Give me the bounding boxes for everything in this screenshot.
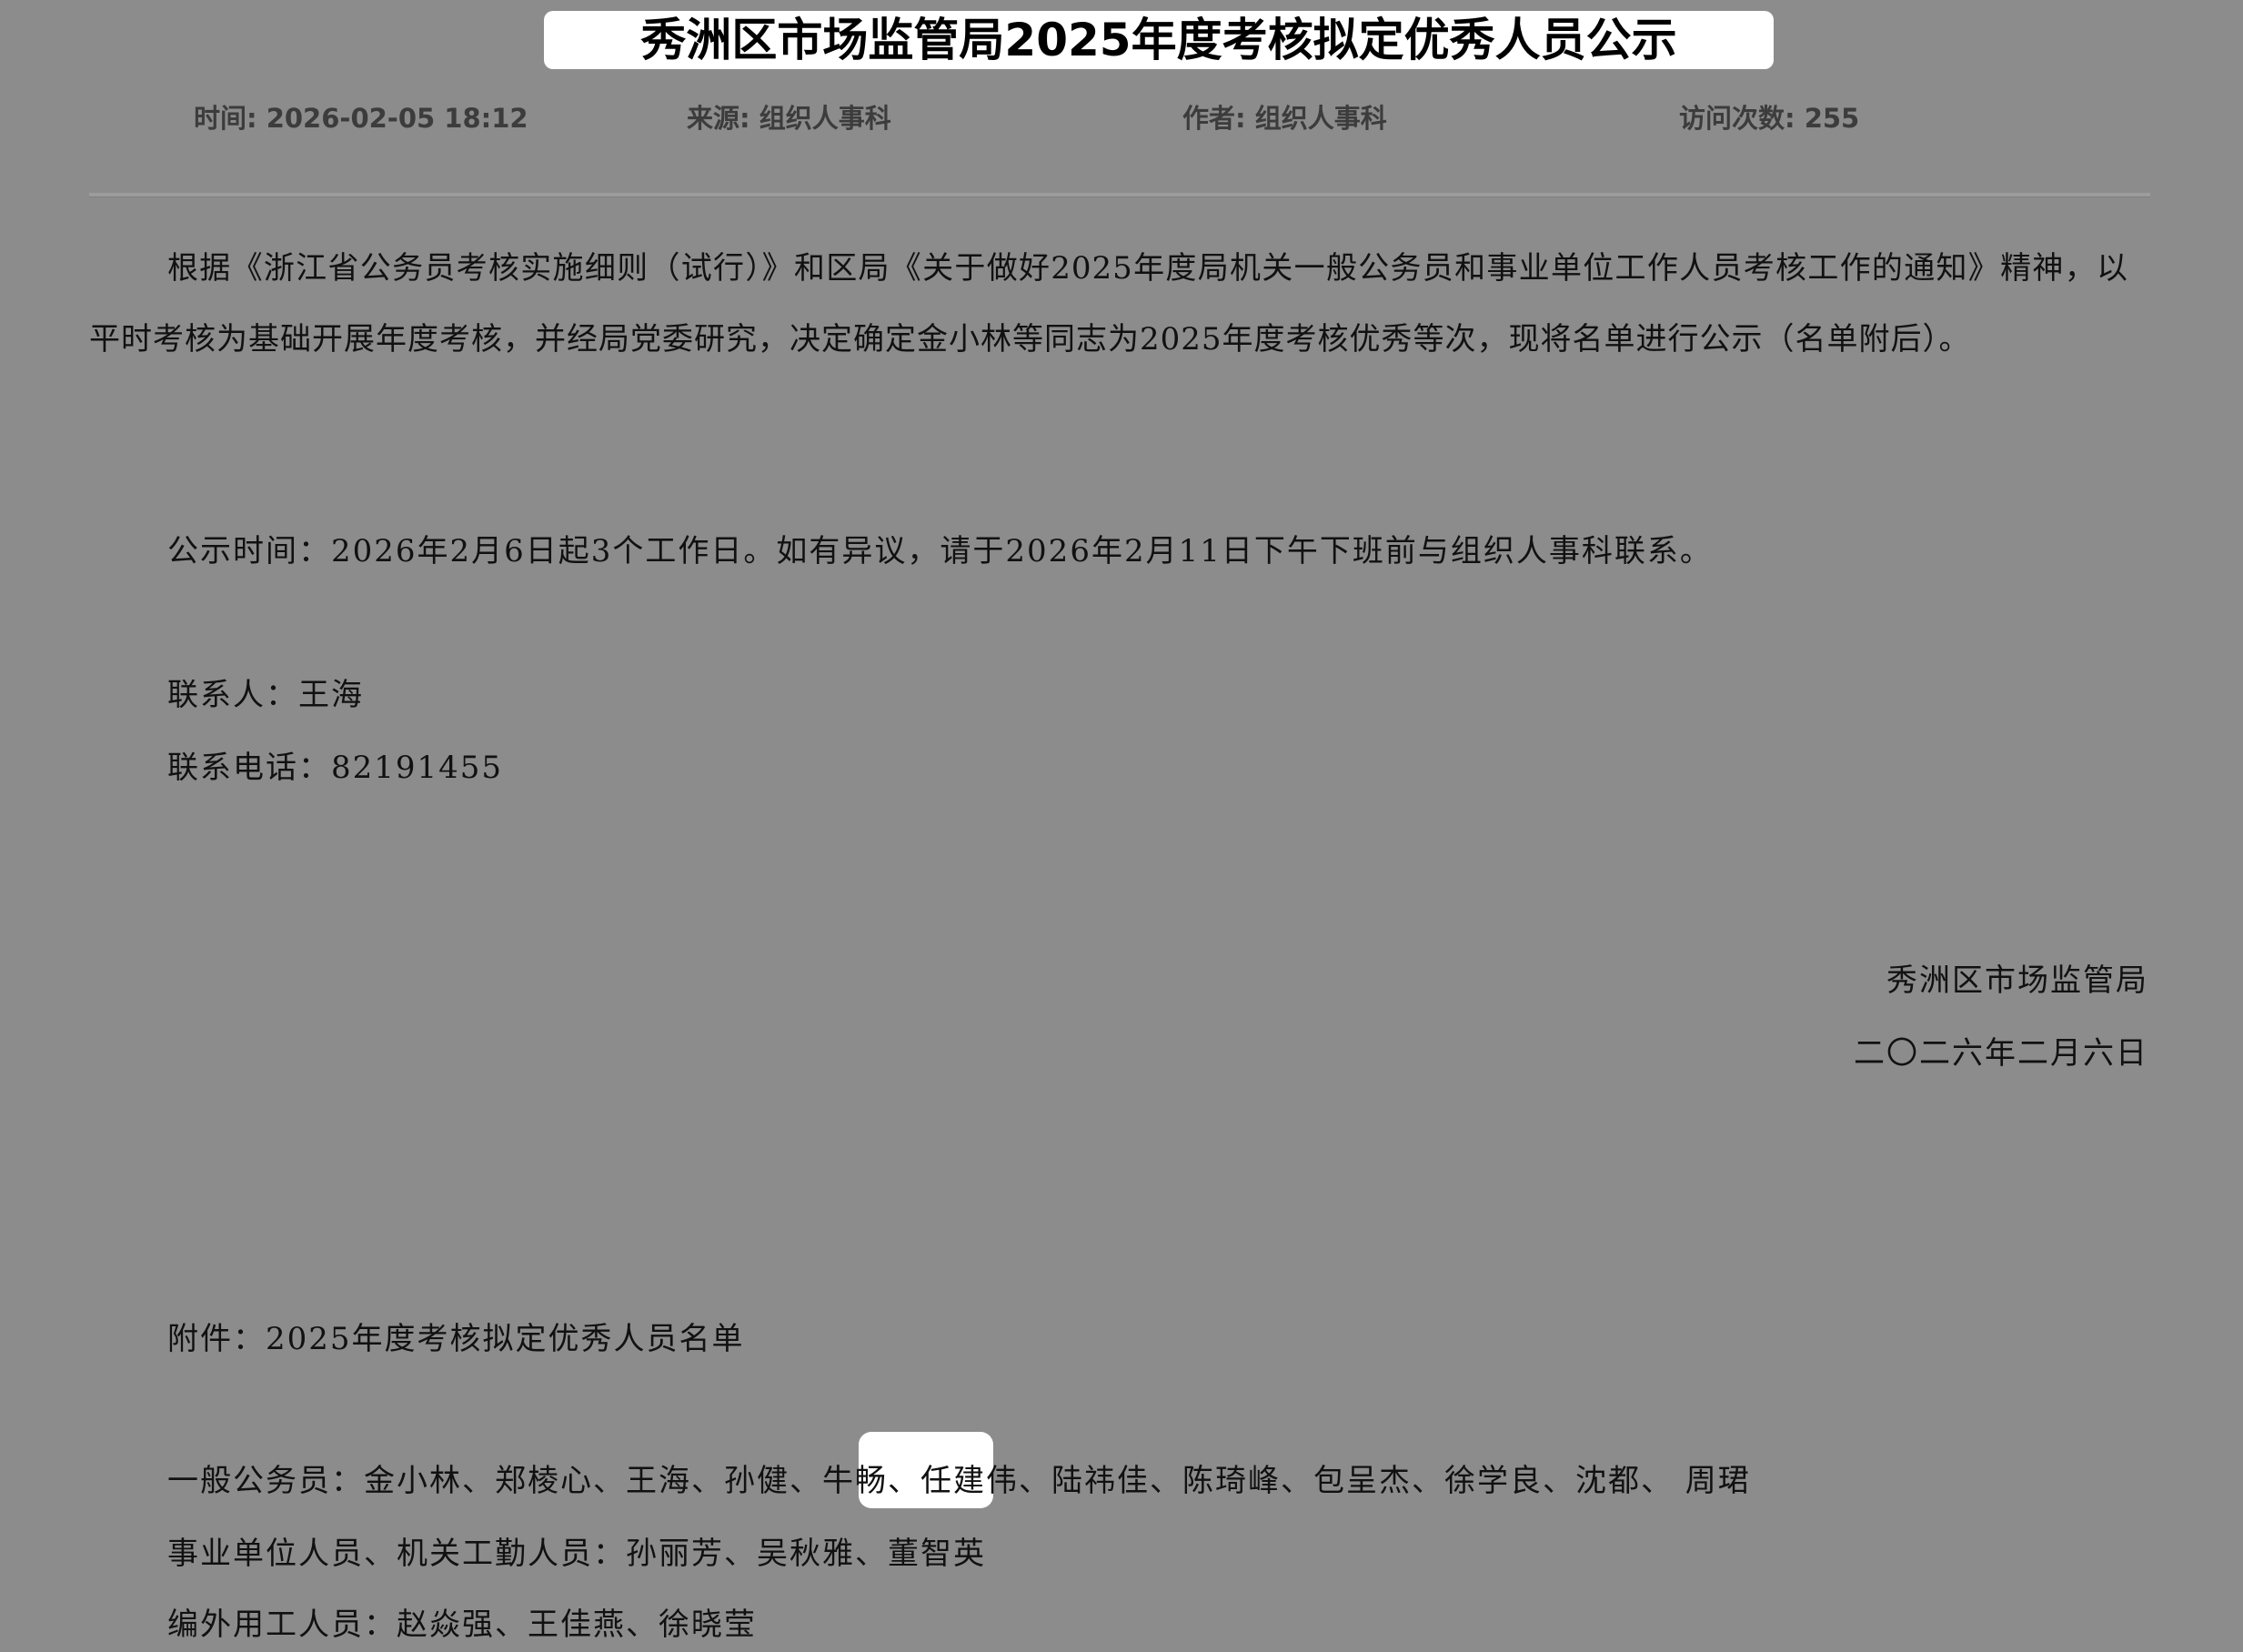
- source: 来源: 组织人事科: [687, 103, 891, 134]
- attachment-title: 附件：2025年度考核拟定优秀人员名单: [167, 1321, 745, 1357]
- title-highlight: 秀洲区市场监管局2025年度考核拟定优秀人员公示: [544, 11, 1774, 69]
- extra-staff-list: 编外用工人员：赵焱强、王佳燕、徐晓莹: [167, 1607, 757, 1643]
- signature-date: 二〇二六年二月六日: [1854, 1035, 2148, 1072]
- divider: [89, 193, 2150, 197]
- publicity-time: 公示时间：2026年2月6日起3个工作日。如有异议，请于2026年2月11日下午…: [167, 533, 1713, 569]
- contact-person: 联系人：王海: [167, 677, 364, 713]
- author: 作者: 组织人事科: [1182, 103, 1387, 134]
- visit-count: 访问次数: 255: [1679, 103, 1860, 134]
- page-title: 秀洲区市场监管局2025年度考核拟定优秀人员公示: [640, 14, 1677, 66]
- signature-organization: 秀洲区市场监管局: [1886, 962, 2148, 999]
- publish-time: 时间: 2026-02-05 18:12: [194, 103, 528, 134]
- civil-servant-list: 一般公务员：金小林、郑棱心、王海、孙健、牛畅、任建伟、陆祎佳、陈琦峰、包呈杰、徐…: [167, 1463, 1751, 1499]
- contact-phone: 联系电话：82191455: [167, 750, 504, 786]
- intro-paragraph: 根据《浙江省公务员考核实施细则（试行）》和区局《关于做好2025年度局机关一般公…: [89, 250, 2128, 358]
- institution-staff-list: 事业单位人员、机关工勤人员：孙丽芳、吴秋雅、董智英: [167, 1536, 986, 1572]
